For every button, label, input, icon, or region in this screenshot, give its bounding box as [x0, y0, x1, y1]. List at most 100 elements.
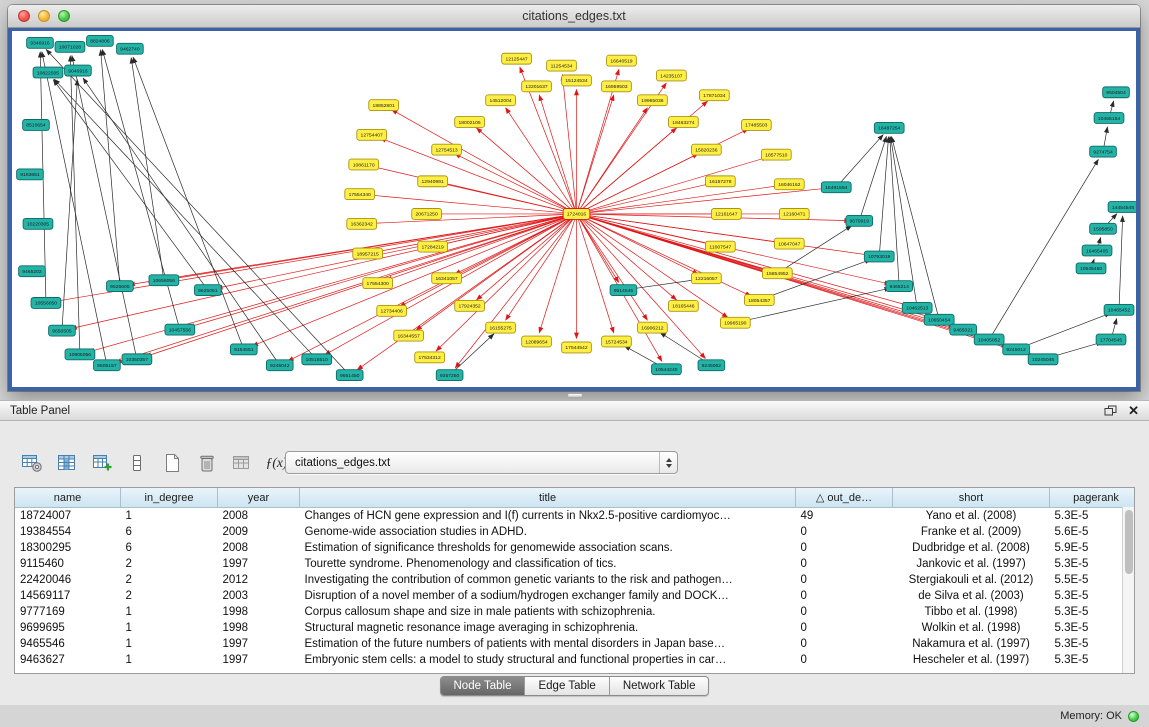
table-row[interactable]: 977716911998Corpus callosum shape and si…	[15, 604, 1135, 620]
graph-node[interactable]: 9154551	[230, 344, 257, 355]
graph-edge[interactable]	[576, 157, 767, 214]
graph-node[interactable]: 9046916	[65, 65, 92, 76]
network-canvas[interactable]: 1724016121616471615727815820236184632741…	[12, 31, 1136, 387]
cell-year[interactable]: 2008	[218, 508, 300, 525]
split-divider[interactable]	[0, 391, 1149, 400]
graph-node[interactable]: 18577510	[761, 149, 791, 160]
graph-node[interactable]: 10656056	[149, 275, 179, 286]
cell-out_degree[interactable]: 0	[796, 540, 893, 556]
graph-node[interactable]: 12201637	[522, 81, 552, 92]
graph-node[interactable]: 9504504	[1103, 87, 1130, 98]
graph-node[interactable]: 16959503	[602, 81, 632, 92]
graph-edge[interactable]	[71, 214, 577, 329]
graph-node[interactable]: 14235107	[657, 70, 687, 81]
graph-node[interactable]: 16640519	[607, 55, 637, 66]
graph-node[interactable]: 9462740	[117, 43, 144, 54]
graph-edge[interactable]	[759, 260, 870, 300]
graph-node[interactable]: 9514545	[610, 285, 637, 296]
graph-edge[interactable]	[562, 74, 576, 213]
cell-in_degree[interactable]: 6	[121, 540, 218, 556]
graph-node[interactable]: 10462513	[902, 302, 932, 313]
cell-name[interactable]: 9115460	[15, 556, 121, 572]
graph-hub-node[interactable]: 1724016	[563, 209, 590, 220]
graph-edge[interactable]	[131, 58, 164, 281]
cell-title[interactable]: Tourette syndrome. Phenomenology and cla…	[300, 556, 796, 572]
graph-edge[interactable]	[450, 334, 494, 375]
cell-name[interactable]: 9465546	[15, 636, 121, 652]
graph-node[interactable]: 16906212	[638, 322, 668, 333]
cell-short[interactable]: Tibbo et al. (1998)	[893, 604, 1050, 620]
table-scrollbar-thumb[interactable]	[1125, 510, 1133, 574]
graph-edge[interactable]	[455, 154, 577, 214]
graph-node[interactable]: 9245042	[266, 360, 293, 371]
graph-node[interactable]: 17284219	[418, 241, 448, 252]
cell-title[interactable]: Estimation of significance thresholds fo…	[300, 540, 796, 556]
graph-node[interactable]: 15854952	[762, 268, 792, 279]
table-mode-button[interactable]	[18, 450, 45, 477]
column-header-name[interactable]: name	[15, 488, 121, 508]
graph-node[interactable]: 10822505	[33, 67, 63, 78]
graph-node[interactable]: 10556050	[31, 298, 61, 309]
cell-title[interactable]: Structural magnetic resonance image aver…	[300, 620, 796, 636]
cell-short[interactable]: Stergiakouli et al. (2012)	[893, 572, 1050, 588]
graph-edge[interactable]	[46, 49, 350, 375]
graph-edge[interactable]	[576, 214, 613, 333]
graph-node[interactable]: 19965190	[720, 317, 750, 328]
select-columns-button[interactable]	[53, 450, 80, 477]
graph-edge[interactable]	[576, 214, 647, 320]
graph-edge[interactable]	[506, 108, 577, 214]
graph-node[interactable]: 18002105	[455, 117, 485, 128]
column-header-out_degree[interactable]: △ out_de…	[796, 488, 893, 508]
cell-out_degree[interactable]: 0	[796, 604, 893, 620]
graph-edge[interactable]	[380, 138, 576, 214]
graph-node[interactable]: 16465405	[1082, 245, 1112, 256]
graph-node[interactable]: 10457556	[165, 324, 195, 335]
graph-node[interactable]: 17544542	[562, 342, 592, 353]
new-table-button[interactable]	[158, 450, 185, 477]
import-table-button[interactable]	[228, 450, 255, 477]
cell-short[interactable]: Nakamura et al. (1997)	[893, 636, 1050, 652]
graph-edge[interactable]	[576, 214, 727, 318]
graph-node[interactable]: 10861170	[349, 159, 379, 170]
graph-edge[interactable]	[70, 56, 80, 355]
table-row[interactable]: 1456911722003Disruption of a novel membe…	[15, 588, 1135, 604]
cell-year[interactable]: 2012	[218, 572, 300, 588]
graph-edge[interactable]	[217, 214, 577, 288]
table-row[interactable]: 1830029562008Estimation of significance …	[15, 540, 1135, 556]
table-row[interactable]: 969969511998Structural magnetic resonanc…	[15, 620, 1135, 636]
cell-in_degree[interactable]: 1	[121, 604, 218, 620]
graph-node[interactable]: 17554300	[363, 278, 393, 289]
graph-node[interactable]: 19965036	[638, 95, 668, 106]
cell-title[interactable]: Disruption of a novel member of a sodium…	[300, 588, 796, 604]
cell-out_degree[interactable]: 49	[796, 508, 893, 525]
graph-node[interactable]: 17871034	[699, 90, 729, 101]
cell-out_degree[interactable]: 0	[796, 636, 893, 652]
graph-node[interactable]: 9625051	[194, 285, 221, 296]
cell-year[interactable]: 2003	[218, 588, 300, 604]
table-selector[interactable]: citations_edges.txt	[285, 451, 678, 474]
graph-edge[interactable]	[506, 214, 577, 320]
graph-node[interactable]: 10350357	[122, 354, 152, 365]
cell-out_degree[interactable]: 0	[796, 572, 893, 588]
graph-node[interactable]: 9245062	[698, 360, 725, 371]
graph-node[interactable]: 10245045	[1028, 354, 1058, 365]
cell-year[interactable]: 1998	[218, 620, 300, 636]
graph-node[interactable]: 16155275	[486, 322, 516, 333]
minimize-window-button[interactable]	[38, 10, 50, 22]
graph-edge[interactable]	[369, 195, 577, 214]
cell-name[interactable]: 9777169	[15, 604, 121, 620]
graph-edge[interactable]	[576, 186, 780, 214]
graph-node[interactable]: 10544240	[652, 364, 682, 375]
cell-out_degree[interactable]: 0	[796, 588, 893, 604]
cell-year[interactable]: 2008	[218, 540, 300, 556]
cell-short[interactable]: Yano et al. (2008)	[893, 508, 1050, 525]
cell-year[interactable]: 1997	[218, 652, 300, 668]
graph-node[interactable]: 9465021	[950, 324, 977, 335]
graph-node[interactable]: 10405052	[974, 334, 1004, 345]
cell-title[interactable]: Genome-wide association studies in ADHD.	[300, 524, 796, 540]
graph-node[interactable]: 16487254	[874, 122, 904, 133]
column-header-title[interactable]: title	[300, 488, 796, 508]
graph-node[interactable]: 9245012	[1003, 344, 1030, 355]
graph-node[interactable]: 18463274	[669, 117, 699, 128]
graph-node[interactable]: 16491594	[821, 182, 851, 193]
